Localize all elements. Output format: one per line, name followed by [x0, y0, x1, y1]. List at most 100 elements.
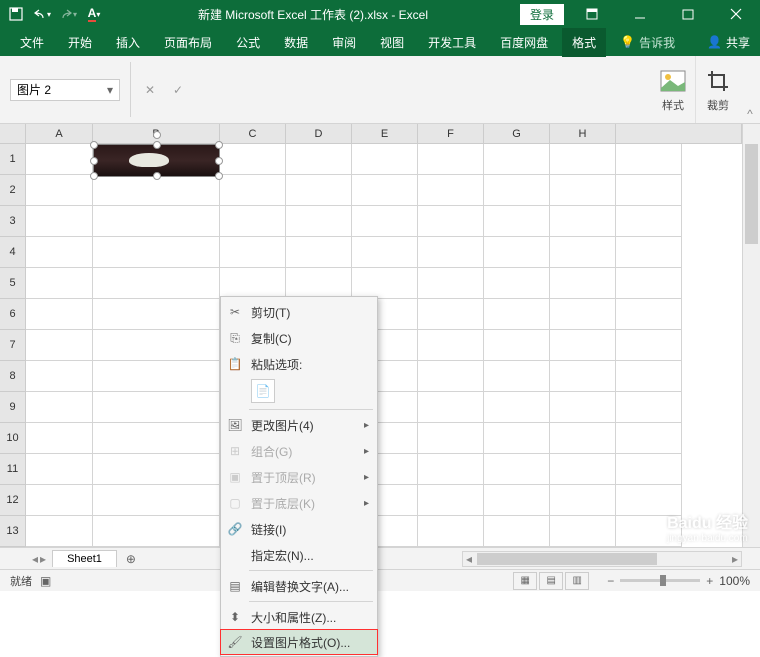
row-header[interactable]: 3 [0, 206, 26, 237]
cell[interactable] [93, 454, 220, 485]
page-break-view-button[interactable]: ▥ [565, 572, 589, 590]
scrollbar-thumb[interactable] [477, 553, 657, 565]
row-header[interactable]: 6 [0, 299, 26, 330]
cell[interactable] [26, 454, 93, 485]
cell[interactable] [418, 175, 484, 206]
cell[interactable] [550, 299, 616, 330]
cell[interactable] [418, 299, 484, 330]
login-button[interactable]: 登录 [520, 4, 564, 25]
undo-icon[interactable]: ▾ [30, 2, 54, 26]
tab-layout[interactable]: 页面布局 [154, 30, 222, 55]
cell[interactable] [616, 237, 682, 268]
row-header[interactable]: 8 [0, 361, 26, 392]
ctx-link[interactable]: 🔗链接(I) [221, 516, 377, 542]
cell[interactable] [550, 206, 616, 237]
ctx-format-picture[interactable]: 🖌设置图片格式(O)... [220, 629, 378, 655]
cell[interactable] [616, 175, 682, 206]
tab-format[interactable]: 格式 [562, 28, 606, 57]
cell[interactable] [616, 392, 682, 423]
tab-baidu[interactable]: 百度网盘 [490, 30, 558, 55]
cell[interactable] [550, 237, 616, 268]
cell[interactable] [220, 237, 286, 268]
styles-group[interactable]: 样式 [651, 56, 696, 123]
cell[interactable] [418, 454, 484, 485]
zoom-slider[interactable] [620, 579, 700, 582]
zoom-in-button[interactable]: + [706, 574, 713, 588]
cell[interactable] [93, 299, 220, 330]
col-header[interactable]: C [220, 124, 286, 144]
cell[interactable] [220, 144, 286, 175]
ribbon-options-icon[interactable] [572, 0, 612, 28]
cell-grid[interactable] [26, 144, 742, 547]
cell[interactable] [26, 268, 93, 299]
tab-view[interactable]: 视图 [370, 30, 414, 55]
page-layout-view-button[interactable]: ▤ [539, 572, 563, 590]
cell[interactable] [26, 485, 93, 516]
cell[interactable] [616, 423, 682, 454]
cancel-formula-icon[interactable]: ✕ [141, 83, 159, 97]
cell[interactable] [484, 361, 550, 392]
cell[interactable] [484, 454, 550, 485]
cell[interactable] [93, 361, 220, 392]
row-header[interactable]: 11 [0, 454, 26, 485]
cell[interactable] [616, 144, 682, 175]
cell[interactable] [616, 268, 682, 299]
cell[interactable] [616, 454, 682, 485]
cell[interactable] [418, 237, 484, 268]
cell[interactable] [418, 392, 484, 423]
ctx-cut[interactable]: ✂剪切(T) [221, 299, 377, 325]
ctx-alt-text[interactable]: ▤编辑替换文字(A)... [221, 573, 377, 599]
col-header[interactable]: D [286, 124, 352, 144]
cell[interactable] [484, 206, 550, 237]
col-header[interactable]: F [418, 124, 484, 144]
cell[interactable] [484, 144, 550, 175]
sheet-tab[interactable]: Sheet1 [52, 550, 117, 567]
cell[interactable] [616, 361, 682, 392]
cell[interactable] [286, 268, 352, 299]
cell[interactable] [418, 485, 484, 516]
resize-handle-se[interactable] [215, 172, 223, 180]
cell[interactable] [418, 423, 484, 454]
chevron-down-icon[interactable]: ▾ [107, 83, 113, 97]
cell[interactable] [26, 516, 93, 547]
resize-handle-e[interactable] [215, 157, 223, 165]
cell[interactable] [26, 423, 93, 454]
cell[interactable] [484, 423, 550, 454]
row-header[interactable]: 9 [0, 392, 26, 423]
cell[interactable] [93, 330, 220, 361]
cell[interactable] [26, 361, 93, 392]
tab-data[interactable]: 数据 [274, 30, 318, 55]
maximize-button[interactable] [668, 0, 708, 28]
crop-group[interactable]: 裁剪 [696, 56, 740, 123]
cell[interactable] [352, 144, 418, 175]
scroll-left-icon[interactable]: ◂ [463, 552, 475, 566]
cell[interactable] [484, 392, 550, 423]
cell[interactable] [220, 175, 286, 206]
zoom-level[interactable]: 100% [719, 574, 750, 588]
scrollbar-thumb[interactable] [745, 144, 758, 244]
confirm-formula-icon[interactable]: ✓ [169, 83, 187, 97]
cell[interactable] [93, 485, 220, 516]
cell[interactable] [418, 206, 484, 237]
cell[interactable] [93, 237, 220, 268]
cell[interactable] [550, 330, 616, 361]
cell[interactable] [26, 330, 93, 361]
tab-file[interactable]: 文件 [10, 30, 54, 55]
cell[interactable] [484, 268, 550, 299]
cell[interactable] [286, 175, 352, 206]
tab-home[interactable]: 开始 [58, 30, 102, 55]
scroll-right-icon[interactable]: ▸ [729, 552, 741, 566]
vertical-scrollbar[interactable] [742, 124, 760, 547]
cell[interactable] [93, 392, 220, 423]
rotate-handle[interactable] [153, 131, 161, 139]
cell[interactable] [550, 175, 616, 206]
close-button[interactable] [716, 0, 756, 28]
cell[interactable] [616, 206, 682, 237]
normal-view-button[interactable]: ▦ [513, 572, 537, 590]
tell-me-search[interactable]: 💡告诉我 [620, 34, 675, 51]
font-color-icon[interactable]: A▾ [82, 2, 106, 26]
zoom-out-button[interactable]: − [607, 574, 614, 588]
cell[interactable] [550, 516, 616, 547]
col-header[interactable]: H [550, 124, 616, 144]
cell[interactable] [418, 268, 484, 299]
